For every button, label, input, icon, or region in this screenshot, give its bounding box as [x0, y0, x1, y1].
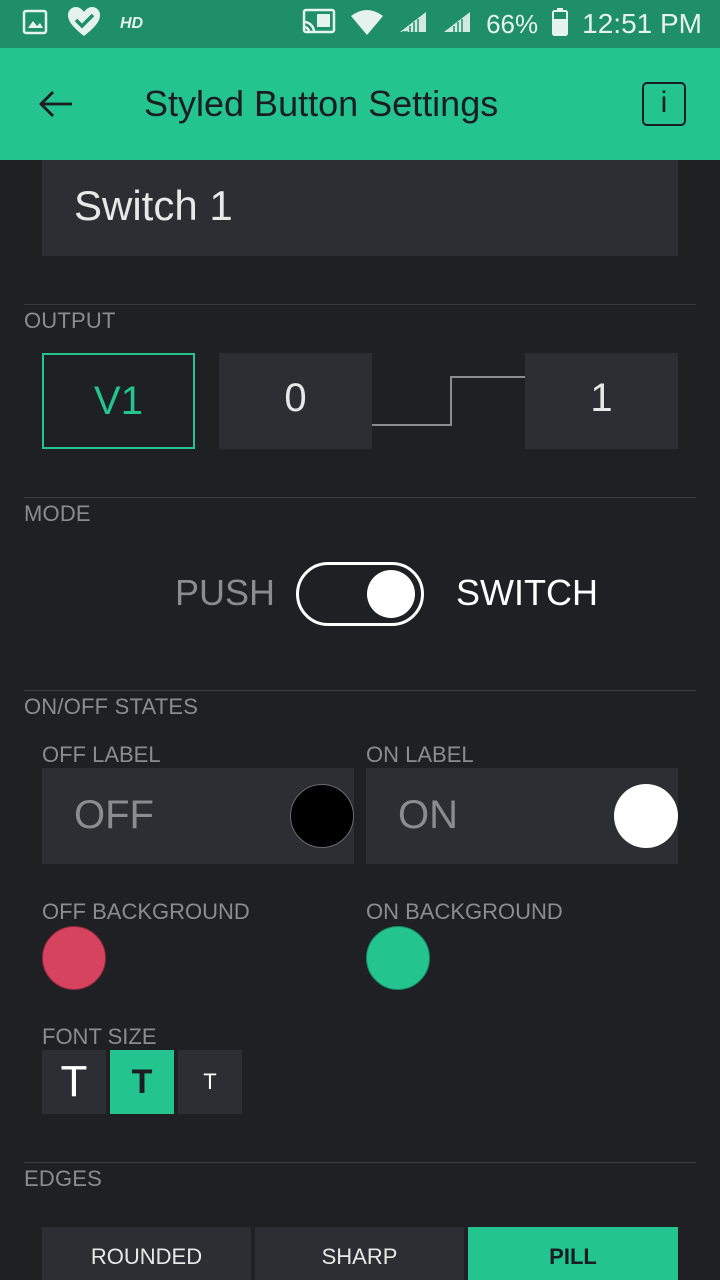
widget-name-field[interactable]: Switch 1 — [42, 160, 678, 256]
page-title: Styled Button Settings — [144, 83, 499, 124]
divider — [24, 690, 696, 691]
status-bar: HD 66% 12:51 PM — [0, 0, 720, 48]
info-button[interactable]: i — [642, 82, 686, 126]
pin-select-button[interactable]: V1 — [42, 353, 195, 449]
step-indicator — [372, 376, 526, 426]
hd-label: HD — [120, 15, 144, 32]
off-background-color-swatch[interactable] — [42, 926, 106, 990]
signal-icon — [442, 10, 472, 39]
mode-toggle[interactable] — [296, 562, 424, 626]
off-label-color-swatch[interactable] — [290, 784, 354, 848]
edges-section-title: EDGES — [24, 1166, 103, 1191]
font-size-medium-button[interactable]: T — [110, 1050, 174, 1114]
edge-pill-button[interactable]: PILL — [468, 1227, 678, 1280]
arrow-left-icon — [39, 91, 72, 117]
on-background-color-swatch[interactable] — [366, 926, 430, 990]
mode-switch-label[interactable]: SWITCH — [456, 572, 598, 614]
divider — [24, 1162, 696, 1163]
on-label-color-swatch[interactable] — [614, 784, 678, 848]
high-value-input[interactable]: 1 — [525, 353, 678, 449]
mode-section-title: MODE — [24, 501, 91, 526]
back-button[interactable] — [28, 76, 84, 132]
app-bar: Styled Button Settings i — [0, 48, 720, 160]
mode-push-label[interactable]: PUSH — [175, 572, 275, 614]
battery-percent: 66% — [486, 8, 539, 39]
clock: 12:51 PM — [582, 8, 702, 39]
heart-check-icon — [66, 6, 102, 43]
on-background-title: ON BACKGROUND — [366, 899, 563, 924]
toggle-knob — [367, 570, 415, 618]
image-icon — [22, 9, 48, 40]
font-size-small-button[interactable]: T — [178, 1050, 242, 1114]
edge-sharp-button[interactable]: SHARP — [255, 1227, 464, 1280]
cast-icon — [302, 8, 336, 41]
off-label-value: OFF — [74, 793, 154, 837]
on-label-value: ON — [398, 793, 458, 837]
low-value-input[interactable]: 0 — [219, 353, 372, 449]
states-section-title: ON/OFF STATES — [24, 694, 199, 719]
output-section-title: OUTPUT — [24, 308, 116, 333]
signal-icon — [398, 10, 428, 39]
divider — [24, 497, 696, 498]
font-size-large-button[interactable]: T — [42, 1050, 106, 1114]
wifi-icon — [350, 8, 384, 41]
font-size-title: FONT SIZE — [42, 1024, 157, 1049]
off-label-title: OFF LABEL — [42, 742, 161, 767]
off-background-title: OFF BACKGROUND — [42, 899, 250, 924]
edge-rounded-button[interactable]: ROUNDED — [42, 1227, 251, 1280]
on-label-title: ON LABEL — [366, 742, 474, 767]
divider — [24, 304, 696, 305]
battery-icon — [552, 7, 569, 41]
